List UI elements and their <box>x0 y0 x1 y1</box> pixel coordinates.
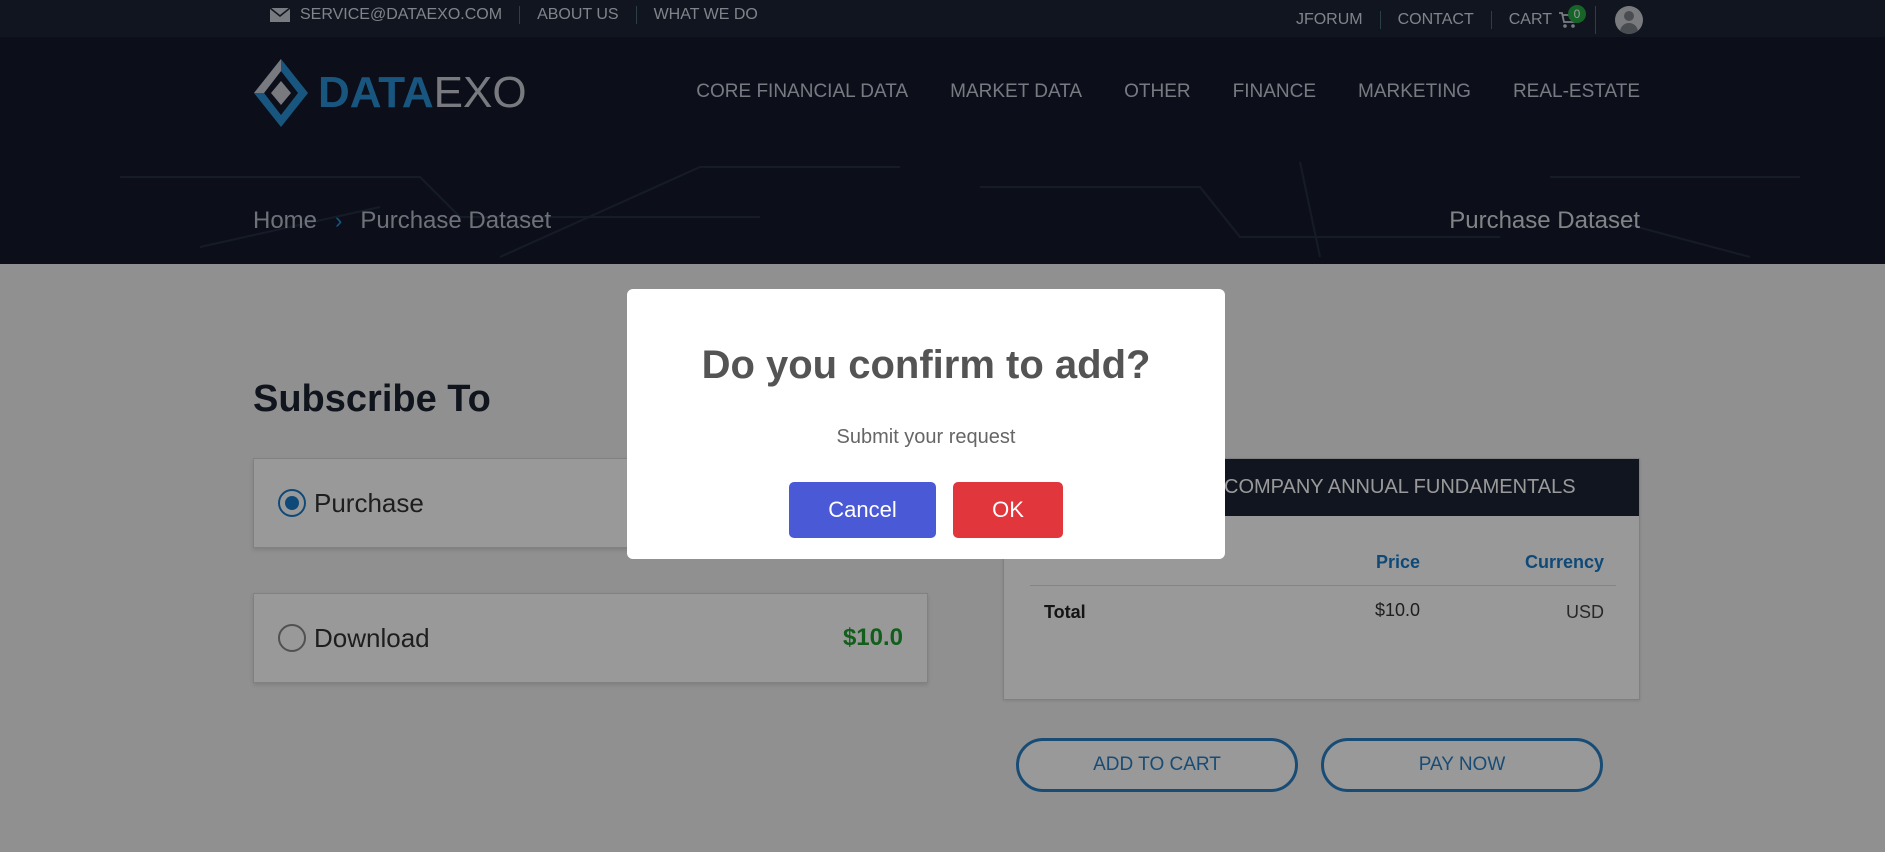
ok-button[interactable]: OK <box>953 482 1063 538</box>
dialog-title: Do you confirm to add? <box>701 343 1151 387</box>
confirm-dialog: Do you confirm to add? Submit your reque… <box>627 289 1225 559</box>
dialog-text: Submit your request <box>836 426 1016 448</box>
cancel-button[interactable]: Cancel <box>789 482 936 538</box>
